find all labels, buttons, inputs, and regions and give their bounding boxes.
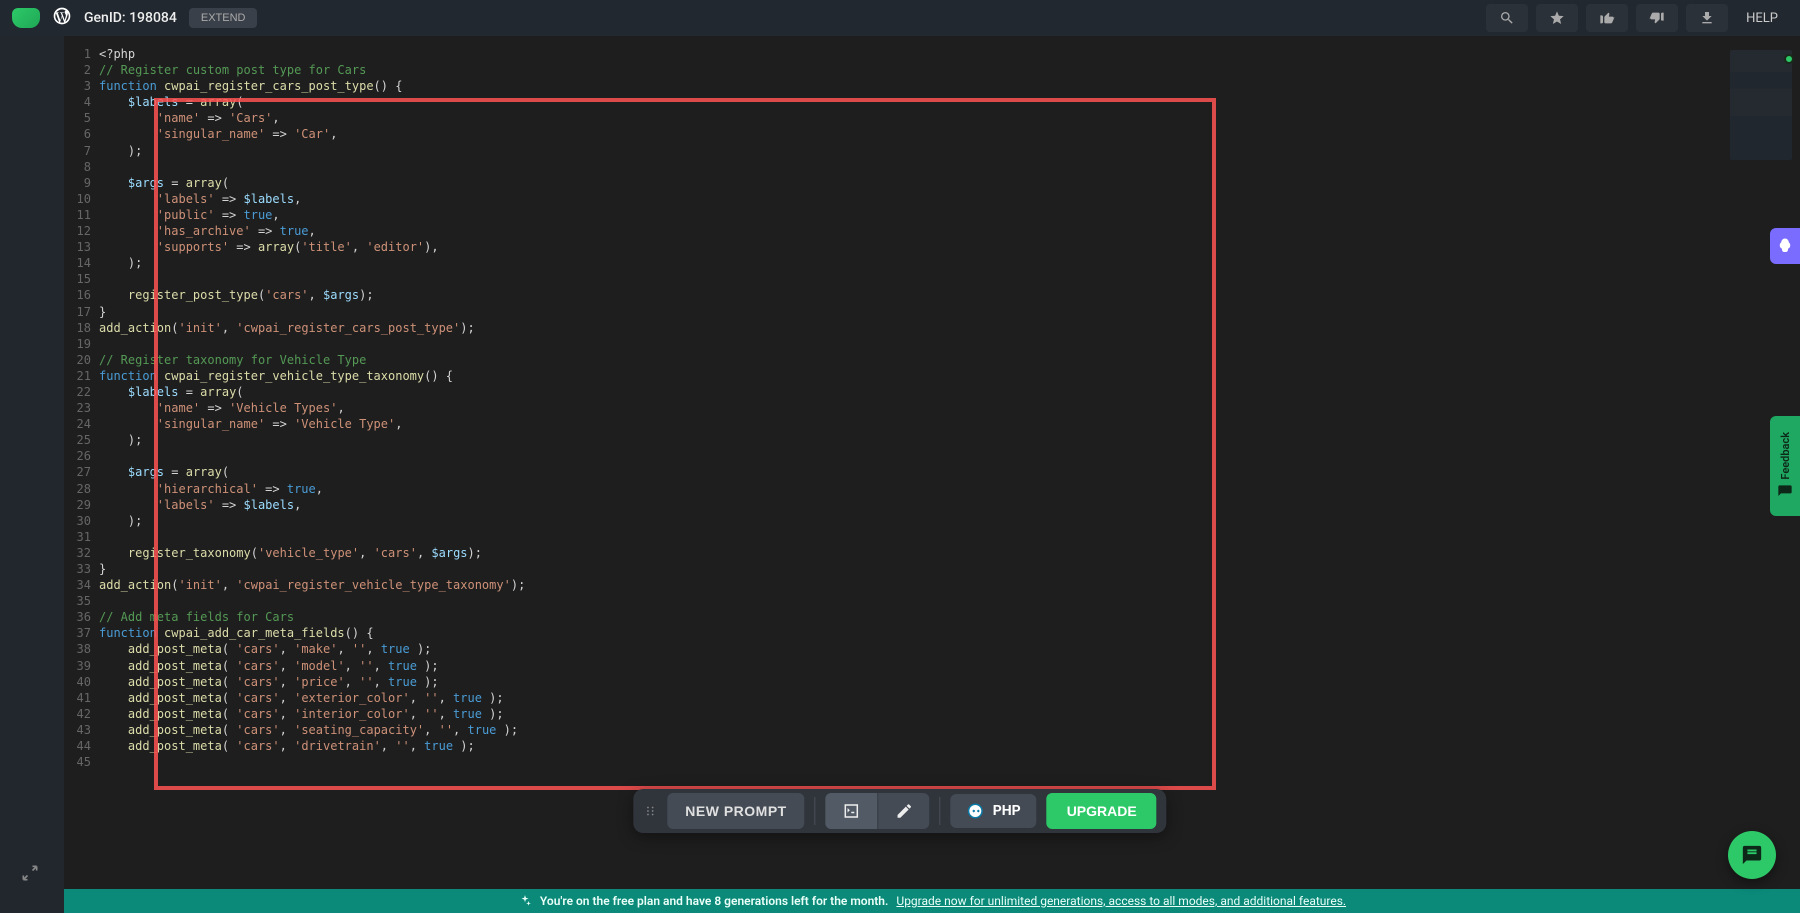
genid-label: GenID: 198084: [84, 10, 177, 26]
help-link[interactable]: HELP: [1736, 11, 1788, 26]
terminal-mode-icon[interactable]: [826, 793, 878, 829]
divider: [940, 797, 941, 825]
minimap[interactable]: [1730, 50, 1792, 160]
chat-fab[interactable]: [1728, 831, 1776, 879]
drag-handle-icon[interactable]: [643, 804, 657, 818]
code-content[interactable]: <?php // Register custom post type for C…: [99, 46, 1800, 913]
language-selector[interactable]: PHP: [951, 794, 1037, 828]
download-icon[interactable]: [1686, 4, 1728, 32]
logo[interactable]: [12, 8, 40, 28]
code-comment: // Register custom post type for Cars: [99, 63, 366, 77]
edit-mode-icon[interactable]: [878, 793, 930, 829]
new-prompt-button[interactable]: NEW PROMPT: [667, 793, 804, 829]
line-gutter: 1234567891011121314151617181920212223242…: [64, 46, 99, 770]
wordpress-icon: [52, 6, 72, 30]
ai-brain-tab[interactable]: [1770, 228, 1800, 264]
search-icon[interactable]: [1486, 4, 1528, 32]
feedback-tab[interactable]: Feedback: [1770, 416, 1800, 516]
presence-indicator: [1784, 54, 1794, 64]
floating-toolbar[interactable]: NEW PROMPT PHP UPGRADE: [633, 789, 1166, 833]
divider: [815, 797, 816, 825]
nav-sidebar: [0, 36, 64, 913]
upgrade-link[interactable]: Upgrade now for unlimited generations, a…: [896, 894, 1346, 908]
sparkle-icon: [518, 894, 532, 908]
extend-button[interactable]: EXTEND: [189, 8, 258, 28]
thumbs-down-icon[interactable]: [1636, 4, 1678, 32]
star-icon[interactable]: [1536, 4, 1578, 32]
upgrade-button[interactable]: UPGRADE: [1047, 793, 1157, 829]
code-editor[interactable]: 1234567891011121314151617181920212223242…: [64, 36, 1800, 913]
thumbs-up-icon[interactable]: [1586, 4, 1628, 32]
code-text: <?php: [99, 47, 135, 61]
upgrade-banner: You're on the free plan and have 8 gener…: [64, 889, 1800, 913]
expand-icon[interactable]: [20, 863, 40, 887]
